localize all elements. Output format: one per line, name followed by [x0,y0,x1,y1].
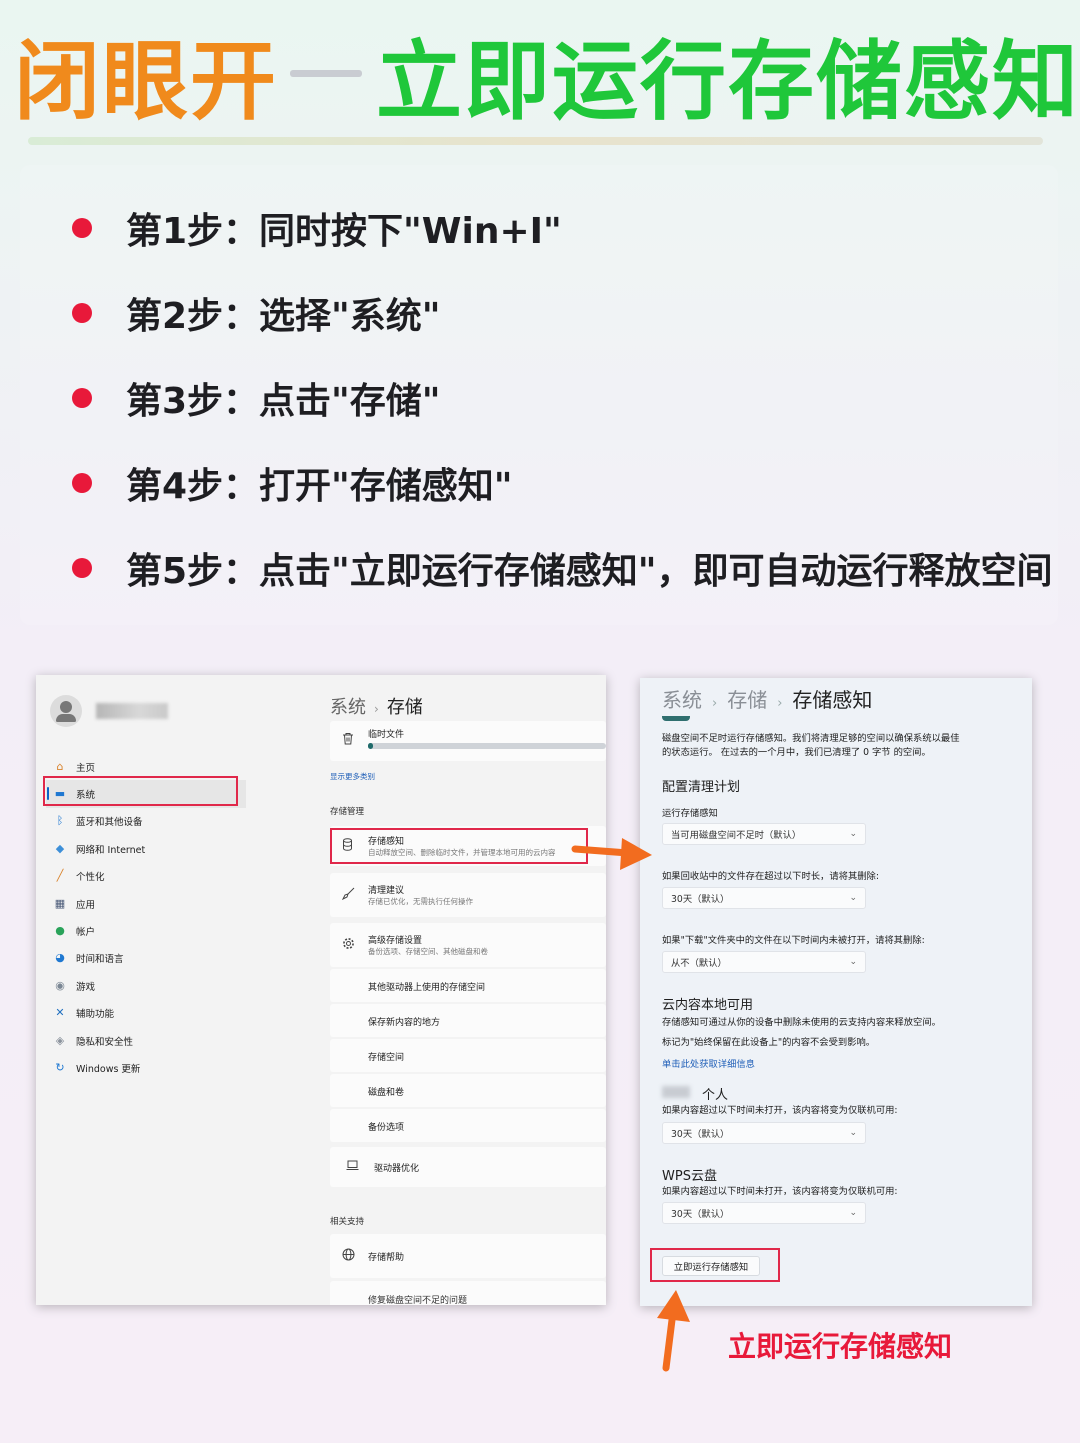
arrow-up-icon [657,1290,690,1372]
caption: 立即运行存储感知 [728,1330,953,1363]
annotation-arrows [571,838,690,1372]
arrow-right-icon [571,838,652,870]
